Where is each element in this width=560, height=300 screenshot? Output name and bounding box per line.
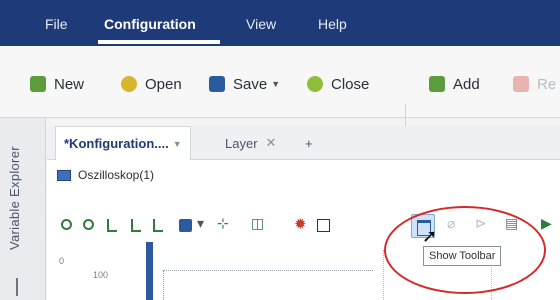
marker-disabled-icon: ⊳ [475, 215, 487, 231]
remove-item-icon [513, 76, 529, 92]
tab-dropdown-icon[interactable]: ▼ [173, 139, 182, 149]
menu-file[interactable]: File [45, 16, 68, 32]
tab-konfiguration-label: *Konfiguration.... [64, 136, 169, 151]
tab-layer-label: Layer [225, 135, 258, 151]
active-menu-indicator [98, 40, 220, 44]
close-button[interactable]: Close [307, 74, 369, 94]
add-item-icon [429, 76, 445, 92]
tick-label: 0 [59, 256, 65, 266]
grid-line [383, 250, 384, 300]
tab-konfiguration[interactable]: *Konfiguration.... ▼ [55, 126, 191, 160]
y-axis-ruler: 0 100 [59, 252, 108, 300]
oszilloskop-icon [57, 169, 71, 181]
zoom-xy-icon[interactable] [153, 219, 163, 232]
close-document-icon [307, 76, 323, 92]
oszilloskop-label: Oszilloskop(1) [78, 168, 155, 182]
zoom-out-icon[interactable] [83, 219, 94, 230]
save-label: Save [233, 75, 268, 93]
settings-gear-icon[interactable]: ✹ [294, 215, 310, 233]
new-button[interactable]: New [30, 74, 84, 94]
save-disk-icon [209, 76, 225, 92]
open-label: Open [145, 75, 182, 93]
save-dropdown-arrow-icon[interactable]: ▼ [271, 79, 280, 89]
oszilloskop-header[interactable]: Oszilloskop(1) [57, 168, 154, 182]
document-tab-bar: *Konfiguration.... ▼ Layer ✕ + [47, 126, 560, 160]
oscilloscope-toolbar: ▾ ⊹ ◫ ✹ ⌀ ⊳ ▤ ▶ [47, 210, 560, 240]
new-label: New [54, 75, 85, 93]
zoom-x-icon[interactable] [107, 219, 117, 232]
mouse-pointer-icon: ➚ [422, 226, 438, 246]
document-area: Oszilloskop(1) ▾ ⊹ ◫ ✹ ⌀ ⊳ ▤ ▶ 0 100 [47, 160, 560, 300]
ribbon: New Open Save ▼ Close Add Re [0, 46, 560, 148]
checkbox-icon[interactable] [317, 219, 330, 232]
menu-bar: File Configuration View Help [0, 0, 560, 46]
panel-pin-icon[interactable] [16, 278, 28, 296]
tab-layer[interactable]: Layer ✕ [217, 126, 284, 160]
menu-configuration[interactable]: Configuration [104, 16, 196, 32]
run-icon[interactable]: ▶ [541, 215, 557, 231]
variable-explorer-label[interactable]: Variable Explorer [7, 146, 22, 250]
new-file-icon [30, 76, 46, 92]
remove-button[interactable]: Re [513, 74, 556, 94]
export-icon[interactable]: ▤ [505, 215, 521, 231]
close-label: Close [331, 75, 370, 93]
zoom-in-icon[interactable] [61, 219, 72, 230]
save-plot-icon[interactable] [179, 219, 192, 232]
plot-grid [163, 270, 373, 300]
menu-help[interactable]: Help [318, 16, 347, 32]
add-label: Add [453, 75, 480, 93]
menu-view[interactable]: View [246, 16, 276, 32]
add-button[interactable]: Add [429, 74, 480, 94]
remove-label: Re [537, 75, 557, 93]
save-plot-dropdown-icon[interactable]: ▾ [197, 215, 213, 231]
cursor-disabled-icon: ⌀ [447, 215, 456, 231]
close-tab-icon[interactable]: ✕ [266, 135, 277, 151]
show-toolbar-tooltip: Show Toolbar [423, 246, 502, 266]
save-button[interactable]: Save ▼ [209, 74, 280, 94]
cursor-tool-icon[interactable]: ⊹ [217, 215, 233, 231]
open-button[interactable]: Open [121, 74, 182, 94]
open-folder-icon [121, 76, 137, 92]
tick-label: 100 [93, 270, 109, 280]
zoom-y-icon[interactable] [131, 219, 141, 232]
channel-settings-icon[interactable]: ◫ [251, 215, 267, 231]
channel-bar [146, 242, 153, 300]
add-tab-button[interactable]: + [297, 126, 321, 160]
